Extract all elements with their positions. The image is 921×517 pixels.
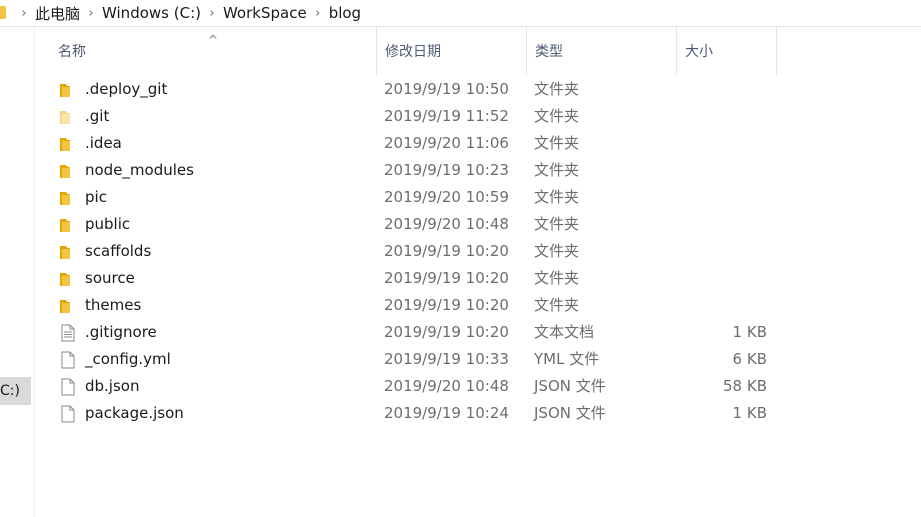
chevron-right-icon[interactable]: › [201, 6, 223, 21]
file-type: JSON 文件 [534, 404, 606, 422]
file-size: 1 KB [732, 404, 767, 422]
chevron-right-icon[interactable]: › [13, 6, 35, 21]
column-header-size[interactable]: 大小 [677, 27, 777, 75]
file-name: package.json [85, 404, 184, 422]
file-type: YML 文件 [534, 350, 600, 368]
folder-icon [59, 162, 77, 180]
file-row[interactable]: node_modules 2019/9/19 10:23 文件夹 [35, 157, 921, 184]
file-name: pic [85, 188, 107, 206]
breadcrumb-this-pc[interactable]: 此电脑 [35, 3, 80, 24]
file-icon [59, 378, 77, 396]
file-row[interactable]: pic 2019/9/20 10:59 文件夹 [35, 184, 921, 211]
folder-icon [59, 81, 77, 99]
file-name: source [85, 269, 135, 287]
file-size [675, 211, 767, 238]
file-size [675, 76, 767, 103]
file-date-modified: 2019/9/19 10:24 [384, 404, 509, 422]
file-date-modified: 2019/9/19 10:23 [384, 161, 509, 179]
file-icon [59, 351, 77, 369]
file-row[interactable]: .deploy_git 2019/9/19 10:50 文件夹 [35, 76, 921, 103]
file-row[interactable]: .gitignore 2019/9/19 10:20 文本文档 1 KB [35, 319, 921, 346]
folder-icon [59, 135, 77, 153]
file-type: 文件夹 [534, 215, 580, 233]
file-size: 1 KB [732, 323, 767, 341]
file-size [675, 184, 767, 211]
file-type: JSON 文件 [534, 377, 606, 395]
chevron-right-icon[interactable]: › [307, 6, 329, 21]
file-size [675, 292, 767, 319]
breadcrumb-windows-c[interactable]: Windows (C:) [102, 4, 201, 22]
file-row[interactable]: _config.yml 2019/9/19 10:33 YML 文件 6 KB [35, 346, 921, 373]
file-type: 文件夹 [534, 269, 580, 287]
file-size [675, 103, 767, 130]
folder-icon [59, 243, 77, 261]
file-name: .idea [85, 134, 122, 152]
folder-icon [59, 189, 77, 207]
file-date-modified: 2019/9/20 10:48 [384, 377, 509, 395]
file-row[interactable]: .git 2019/9/19 11:52 文件夹 [35, 103, 921, 130]
navigation-pane: C:) [0, 27, 35, 517]
file-date-modified: 2019/9/19 10:50 [384, 80, 509, 98]
column-header-type[interactable]: 类型 [527, 27, 677, 75]
file-size [675, 130, 767, 157]
file-row[interactable]: db.json 2019/9/20 10:48 JSON 文件 58 KB [35, 373, 921, 400]
file-date-modified: 2019/9/19 11:52 [384, 107, 509, 125]
file-type: 文件夹 [534, 80, 580, 98]
folder-icon [0, 6, 6, 19]
file-date-modified: 2019/9/20 10:48 [384, 215, 509, 233]
file-type: 文本文档 [534, 323, 595, 341]
file-date-modified: 2019/9/20 10:59 [384, 188, 509, 206]
file-row[interactable]: themes 2019/9/19 10:20 文件夹 [35, 292, 921, 319]
file-list: .deploy_git 2019/9/19 10:50 文件夹 .git 2019/9/… [35, 76, 921, 427]
file-date-modified: 2019/9/19 10:20 [384, 323, 509, 341]
file-row[interactable]: scaffolds 2019/9/19 10:20 文件夹 [35, 238, 921, 265]
file-type: 文件夹 [534, 296, 580, 314]
file-date-modified: 2019/9/19 10:20 [384, 269, 509, 287]
file-name: .deploy_git [85, 80, 168, 98]
column-header-row: ^ 名称 修改日期 类型 大小 [35, 27, 921, 75]
text-file-icon [59, 324, 77, 342]
file-row[interactable]: public 2019/9/20 10:48 文件夹 [35, 211, 921, 238]
nav-item-windows-c[interactable]: C:) [0, 377, 31, 405]
file-row[interactable]: package.json 2019/9/19 10:24 JSON 文件 1 KB [35, 400, 921, 427]
file-name: node_modules [85, 161, 194, 179]
file-name: themes [85, 296, 142, 314]
file-size [675, 238, 767, 265]
file-size [675, 265, 767, 292]
file-icon [59, 405, 77, 423]
file-size: 6 KB [732, 350, 767, 368]
breadcrumb: › 此电脑 › Windows (C:) › WorkSpace › blog [13, 0, 361, 26]
file-size: 58 KB [723, 377, 767, 395]
file-date-modified: 2019/9/19 10:20 [384, 242, 509, 260]
chevron-right-icon[interactable]: › [80, 6, 102, 21]
file-name: scaffolds [85, 242, 152, 260]
folder-icon [59, 297, 77, 315]
file-type: 文件夹 [534, 188, 580, 206]
file-date-modified: 2019/9/19 10:20 [384, 296, 509, 314]
breadcrumb-workspace[interactable]: WorkSpace [223, 4, 307, 22]
file-type: 文件夹 [534, 242, 580, 260]
file-date-modified: 2019/9/19 10:33 [384, 350, 509, 368]
file-name: db.json [85, 377, 140, 395]
breadcrumb-blog[interactable]: blog [329, 4, 361, 22]
file-type: 文件夹 [534, 134, 580, 152]
file-type: 文件夹 [534, 161, 580, 179]
address-bar[interactable]: › 此电脑 › Windows (C:) › WorkSpace › blog [0, 0, 921, 27]
file-name: _config.yml [85, 350, 171, 368]
file-type: 文件夹 [534, 107, 580, 125]
file-name: public [85, 215, 131, 233]
file-name: .gitignore [85, 323, 157, 341]
file-row[interactable]: .idea 2019/9/20 11:06 文件夹 [35, 130, 921, 157]
column-header-name[interactable]: 名称 [50, 27, 377, 75]
file-date-modified: 2019/9/20 11:06 [384, 134, 509, 152]
file-size [675, 157, 767, 184]
column-header-date[interactable]: 修改日期 [377, 27, 527, 75]
file-name: .git [85, 107, 110, 125]
file-row[interactable]: source 2019/9/19 10:20 文件夹 [35, 265, 921, 292]
folder-icon [59, 270, 77, 288]
folder-icon [59, 216, 77, 234]
folder-icon-faded [59, 108, 77, 126]
